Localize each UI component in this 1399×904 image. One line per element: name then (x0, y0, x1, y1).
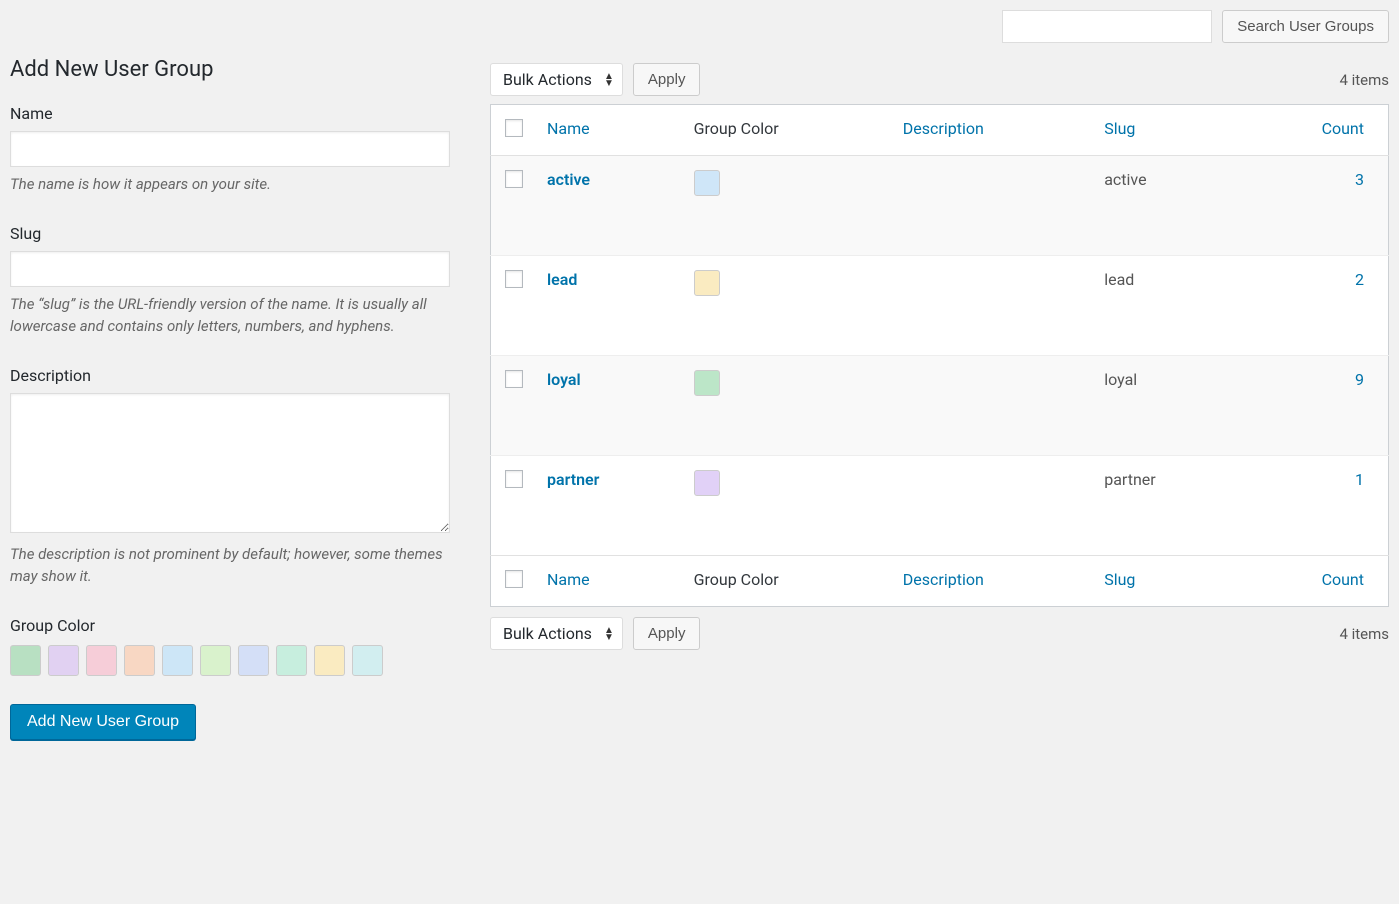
bulk-actions-select-bottom[interactable]: Bulk Actions ▲▼ (490, 617, 623, 650)
row-count-link[interactable]: 2 (1355, 270, 1364, 289)
row-color-chip (694, 370, 720, 396)
search-user-groups-input[interactable] (1002, 10, 1212, 43)
col-count-footer[interactable]: Count (1322, 570, 1364, 589)
group-color-label: Group Color (10, 616, 450, 635)
color-swatch[interactable] (276, 645, 307, 676)
color-swatch[interactable] (200, 645, 231, 676)
row-slug: active (1092, 156, 1237, 256)
row-count-link[interactable]: 3 (1355, 170, 1364, 189)
name-help: The name is how it appears on your site. (10, 173, 450, 196)
row-slug: lead (1092, 256, 1237, 356)
slug-help: The “slug” is the URL-friendly version o… (10, 293, 450, 338)
col-group-color-header: Group Color (682, 105, 891, 156)
name-label: Name (10, 104, 450, 123)
color-swatch[interactable] (48, 645, 79, 676)
slug-label: Slug (10, 224, 450, 243)
col-name-header[interactable]: Name (547, 119, 590, 138)
row-count-link[interactable]: 9 (1355, 370, 1364, 389)
row-description (891, 156, 1092, 256)
col-slug-footer[interactable]: Slug (1104, 570, 1135, 589)
description-textarea[interactable] (10, 393, 450, 533)
col-description-header[interactable]: Description (903, 119, 984, 138)
col-description-footer[interactable]: Description (903, 570, 984, 589)
col-name-footer[interactable]: Name (547, 570, 590, 589)
row-description (891, 256, 1092, 356)
row-description (891, 356, 1092, 456)
description-help: The description is not prominent by defa… (10, 543, 450, 588)
bulk-actions-label: Bulk Actions (503, 70, 592, 89)
color-swatch[interactable] (10, 645, 41, 676)
row-description (891, 456, 1092, 556)
table-row: loyal loyal 9 (491, 356, 1389, 456)
name-input[interactable] (10, 131, 450, 167)
row-color-chip (694, 270, 720, 296)
row-name-link[interactable]: loyal (547, 370, 581, 389)
col-count-header[interactable]: Count (1322, 119, 1364, 138)
row-color-chip (694, 470, 720, 496)
search-user-groups-button[interactable]: Search User Groups (1222, 10, 1389, 43)
color-swatch[interactable] (124, 645, 155, 676)
row-checkbox[interactable] (505, 270, 523, 288)
color-swatch[interactable] (86, 645, 117, 676)
table-row: partner partner 1 (491, 456, 1389, 556)
row-count-link[interactable]: 1 (1355, 470, 1364, 489)
row-checkbox[interactable] (505, 370, 523, 388)
add-new-user-group-button[interactable]: Add New User Group (10, 704, 196, 740)
row-slug: loyal (1092, 356, 1237, 456)
row-name-link[interactable]: active (547, 170, 590, 189)
description-label: Description (10, 366, 450, 385)
apply-button-top[interactable]: Apply (633, 63, 701, 96)
items-count-top: 4 items (1339, 71, 1389, 89)
row-slug: partner (1092, 456, 1237, 556)
row-name-link[interactable]: partner (547, 470, 599, 489)
row-name-link[interactable]: lead (547, 270, 577, 289)
row-checkbox[interactable] (505, 170, 523, 188)
select-all-bottom[interactable] (505, 570, 523, 588)
add-new-heading: Add New User Group (10, 57, 450, 82)
bulk-actions-select-top[interactable]: Bulk Actions ▲▼ (490, 63, 623, 96)
row-checkbox[interactable] (505, 470, 523, 488)
select-arrows-icon: ▲▼ (604, 73, 614, 87)
slug-input[interactable] (10, 251, 450, 287)
col-slug-header[interactable]: Slug (1104, 119, 1135, 138)
color-swatch[interactable] (162, 645, 193, 676)
row-color-chip (694, 170, 720, 196)
items-count-bottom: 4 items (1339, 625, 1389, 643)
select-arrows-icon: ▲▼ (604, 627, 614, 641)
select-all-top[interactable] (505, 119, 523, 137)
table-row: lead lead 2 (491, 256, 1389, 356)
table-row: active active 3 (491, 156, 1389, 256)
color-swatch[interactable] (352, 645, 383, 676)
col-group-color-footer: Group Color (682, 556, 891, 607)
color-swatch[interactable] (314, 645, 345, 676)
apply-button-bottom[interactable]: Apply (633, 617, 701, 650)
bulk-actions-label-bottom: Bulk Actions (503, 624, 592, 643)
color-swatch[interactable] (238, 645, 269, 676)
